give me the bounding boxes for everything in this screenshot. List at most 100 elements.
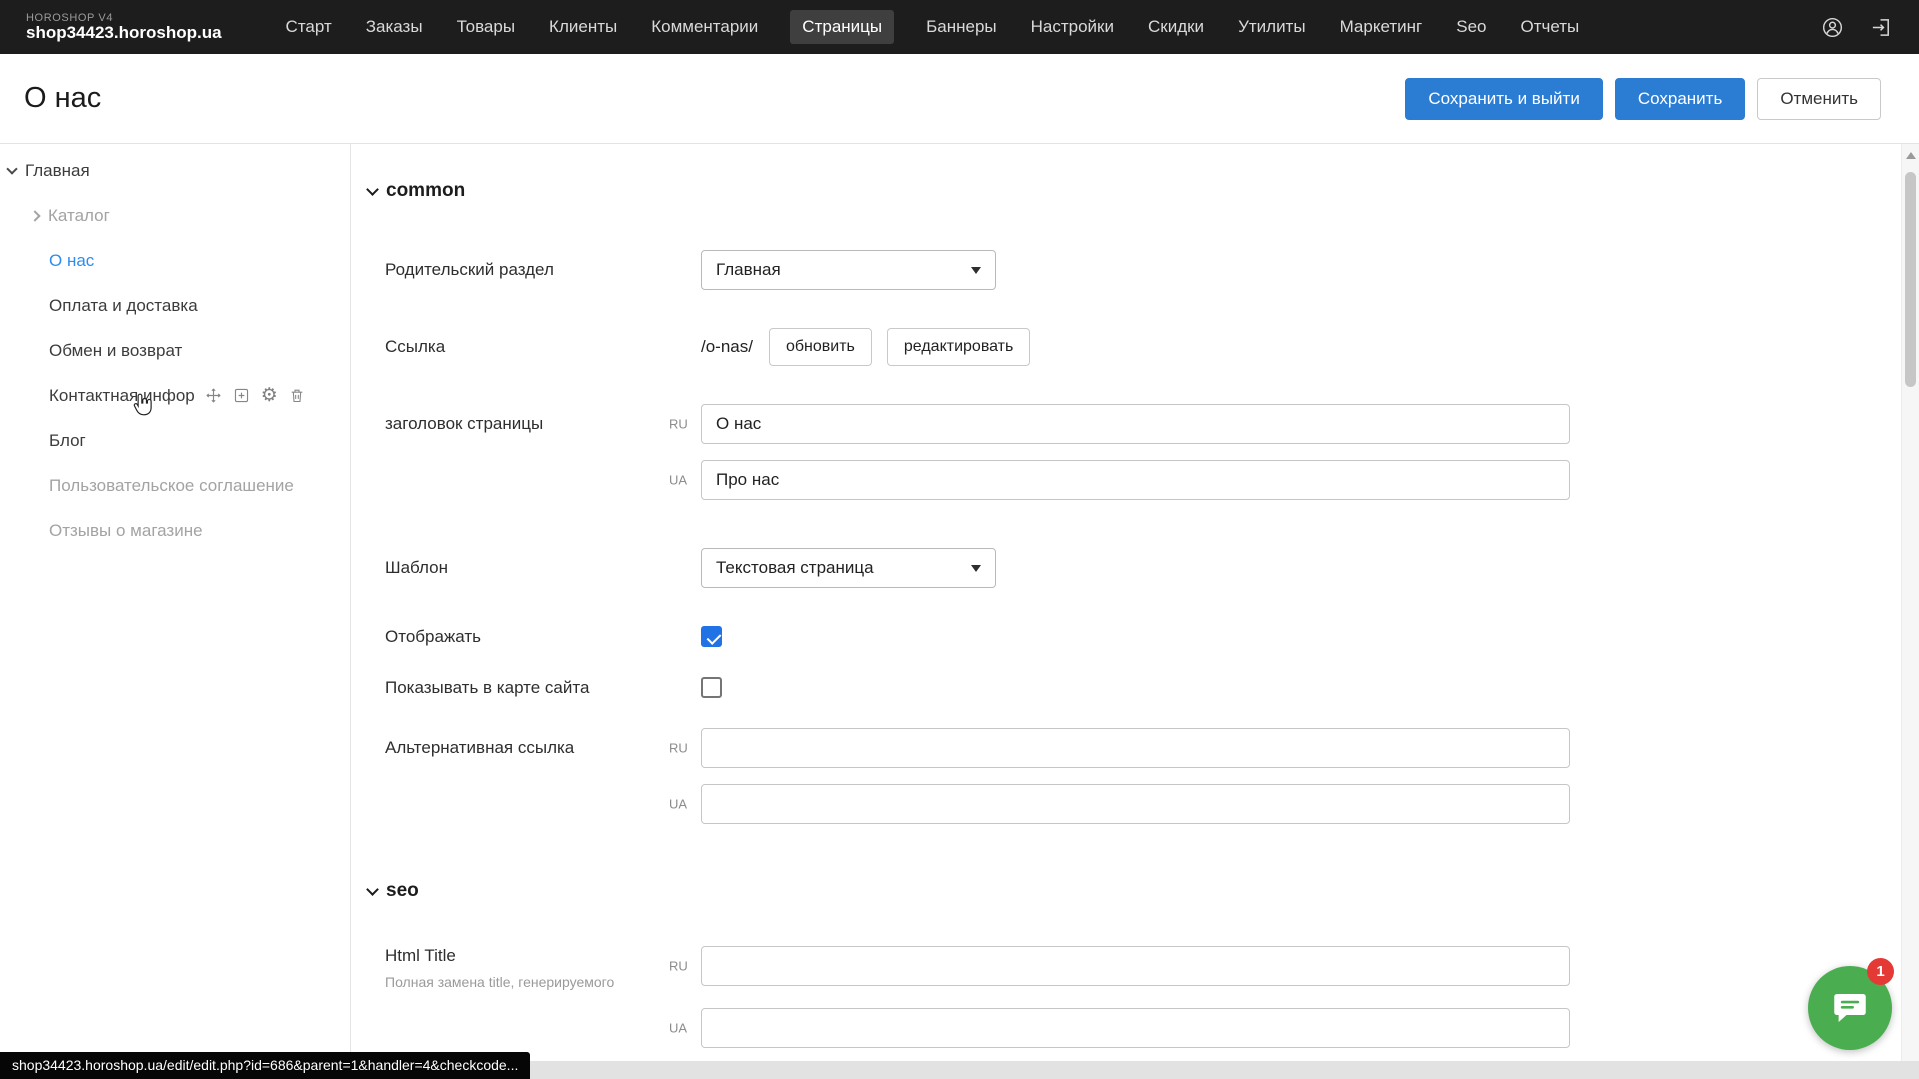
field-label: Html Title Полная замена title, генериру… — [385, 946, 701, 992]
scrollbar-thumb[interactable] — [1905, 172, 1916, 387]
tree-item-label: Пользовательское соглашение — [49, 476, 294, 496]
tree-item-label: Оплата и доставка — [49, 296, 198, 316]
chevron-down-icon[interactable] — [6, 163, 17, 174]
tree-item-payment-delivery[interactable]: Оплата и доставка — [0, 283, 350, 328]
scrollbar[interactable] — [1901, 144, 1919, 1079]
nav-item-discounts[interactable]: Скидки — [1146, 10, 1206, 44]
tree-item-blog[interactable]: Блог — [0, 418, 350, 463]
page-tree-sidebar: Главная Каталог О нас Оплата и доставка … — [0, 144, 351, 1079]
field-label: Шаблон — [385, 558, 701, 578]
chevron-down-icon — [366, 183, 379, 196]
brand-domain: shop34423.horoshop.ua — [26, 24, 222, 43]
tree-item-catalog[interactable]: Каталог — [0, 193, 350, 238]
link-edit-button[interactable]: редактировать — [887, 328, 1030, 366]
drag-move-icon[interactable] — [205, 387, 222, 404]
settings-gear-icon[interactable]: ⚙ — [261, 386, 278, 405]
page-header: О нас Сохранить и выйти Сохранить Отмени… — [0, 54, 1919, 144]
sitemap-checkbox[interactable] — [701, 677, 722, 698]
lang-badge-ua: UA — [669, 797, 687, 812]
html-title-hint: Полная замена title, генерируемого — [385, 974, 701, 992]
logout-icon[interactable] — [1870, 16, 1893, 39]
header-actions: Сохранить и выйти Сохранить Отменить — [1405, 78, 1881, 120]
display-checkbox[interactable] — [701, 626, 722, 647]
tree-item-label: Главная — [25, 161, 90, 181]
tree-item-actions: ⚙ — [205, 386, 305, 405]
page-title-ru-row: заголовок страницы RU — [385, 404, 1901, 444]
save-button[interactable]: Сохранить — [1615, 78, 1745, 120]
section-common-header[interactable]: common — [368, 180, 1901, 202]
chevron-down-icon — [366, 883, 379, 896]
tree-item-exchange-return[interactable]: Обмен и возврат — [0, 328, 350, 373]
field-label: Альтернативная ссылка — [385, 738, 701, 758]
tree-item-label: О нас — [49, 251, 94, 271]
nav-item-utilities[interactable]: Утилиты — [1236, 10, 1308, 44]
tree-item-label: Отзывы о магазине — [49, 521, 203, 541]
nav-item-start[interactable]: Старт — [284, 10, 334, 44]
html-title-label: Html Title — [385, 946, 701, 966]
brand[interactable]: HOROSHOP V4 shop34423.horoshop.ua — [26, 12, 222, 43]
link-refresh-button[interactable]: обновить — [769, 328, 872, 366]
edit-form: common Родительский раздел Главная Ссылк… — [351, 144, 1901, 1079]
chat-unread-badge: 1 — [1867, 958, 1894, 985]
top-navbar: HOROSHOP V4 shop34423.horoshop.ua Старт … — [0, 0, 1919, 54]
scrollbar-up-arrow-icon[interactable] — [1906, 152, 1916, 159]
alt-link-ua-row: UA — [385, 784, 1901, 824]
nav-item-banners[interactable]: Баннеры — [924, 10, 999, 44]
nav-item-products[interactable]: Товары — [455, 10, 517, 44]
chat-button[interactable]: 1 — [1808, 966, 1892, 1050]
tree-item-about[interactable]: О нас — [0, 238, 350, 283]
tree-item-store-reviews[interactable]: Отзывы о магазине — [0, 508, 350, 553]
cancel-button[interactable]: Отменить — [1757, 78, 1881, 120]
page-title-ua-row: UA — [385, 460, 1901, 500]
link-row: Ссылка /o-nas/ обновить редактировать — [385, 328, 1901, 366]
lang-badge-ru: RU — [669, 741, 688, 756]
parent-section-row: Родительский раздел Главная — [385, 250, 1901, 290]
select-value: Главная — [716, 260, 781, 280]
nav-item-orders[interactable]: Заказы — [364, 10, 425, 44]
nav-item-marketing[interactable]: Маркетинг — [1338, 10, 1425, 44]
section-title: seo — [386, 880, 419, 902]
nav-item-reports[interactable]: Отчеты — [1518, 10, 1581, 44]
page-title-input-ru[interactable] — [701, 404, 1570, 444]
html-title-input-ua[interactable] — [701, 1008, 1570, 1048]
tree-item-home[interactable]: Главная — [0, 148, 350, 193]
account-icon[interactable] — [1821, 16, 1844, 39]
nav-item-comments[interactable]: Комментарии — [649, 10, 760, 44]
section-seo-header[interactable]: seo — [368, 880, 1901, 902]
parent-section-select[interactable]: Главная — [701, 250, 996, 290]
save-exit-button[interactable]: Сохранить и выйти — [1405, 78, 1602, 120]
add-page-icon[interactable] — [233, 387, 250, 404]
select-value: Текстовая страница — [716, 558, 874, 578]
section-title: common — [386, 180, 465, 202]
status-bar-link: shop34423.horoshop.ua/edit/edit.php?id=6… — [0, 1052, 530, 1079]
alt-link-input-ua[interactable] — [701, 784, 1570, 824]
sitemap-row: Показывать в карте сайта — [385, 677, 1901, 698]
caret-down-icon — [971, 565, 981, 572]
chevron-right-icon[interactable] — [29, 210, 40, 221]
app-window: HOROSHOP V4 shop34423.horoshop.ua Старт … — [0, 0, 1919, 1079]
lang-badge-ru: RU — [669, 959, 688, 974]
nav-item-pages[interactable]: Страницы — [790, 10, 894, 44]
tree-item-contacts[interactable]: Контактная инфор ⚙ — [0, 373, 350, 418]
nav-item-seo[interactable]: Seo — [1454, 10, 1488, 44]
nav-item-clients[interactable]: Клиенты — [547, 10, 619, 44]
html-title-ua-row: UA — [385, 1008, 1901, 1048]
html-title-input-ru[interactable] — [701, 946, 1570, 986]
template-select[interactable]: Текстовая страница — [701, 548, 996, 588]
field-label: заголовок страницы — [385, 414, 701, 434]
display-row: Отображать — [385, 626, 1901, 647]
delete-trash-icon[interactable] — [289, 387, 305, 404]
link-path: /o-nas/ — [701, 337, 753, 357]
lang-badge-ru: RU — [669, 417, 688, 432]
main-menu: Старт Заказы Товары Клиенты Комментарии … — [284, 10, 1582, 44]
lang-badge-ua: UA — [669, 1020, 687, 1035]
alt-link-input-ru[interactable] — [701, 728, 1570, 768]
field-label: Отображать — [385, 627, 701, 647]
navbar-right — [1821, 16, 1893, 39]
tree-item-user-agreement[interactable]: Пользовательское соглашение — [0, 463, 350, 508]
lang-badge-ua: UA — [669, 473, 687, 488]
tree-item-label: Контактная инфор — [49, 386, 195, 406]
page-title-input-ua[interactable] — [701, 460, 1570, 500]
field-label: Ссылка — [385, 337, 701, 357]
nav-item-settings[interactable]: Настройки — [1029, 10, 1116, 44]
